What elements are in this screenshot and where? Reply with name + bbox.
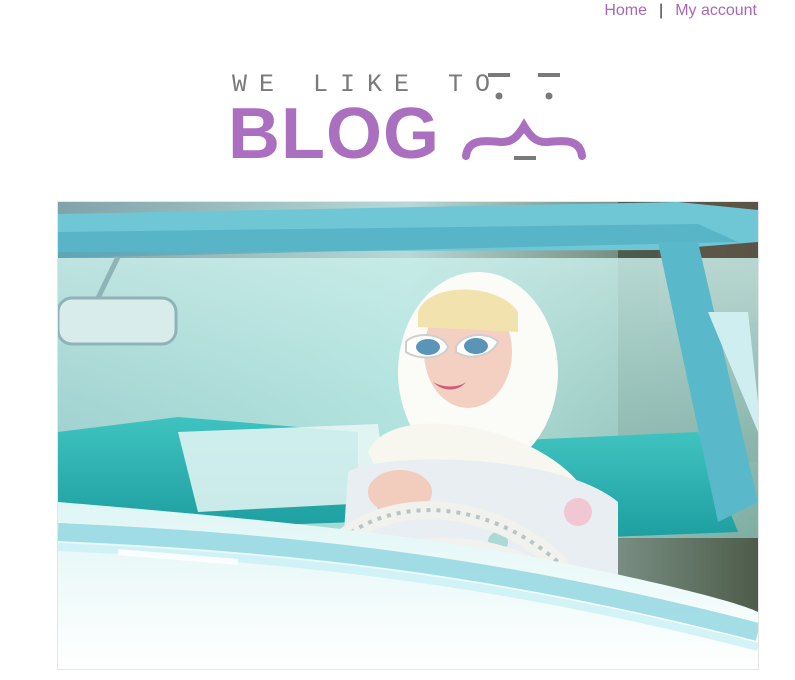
face-icon xyxy=(462,73,586,160)
nav-separator: | xyxy=(659,2,664,19)
logo-brand: BLOG xyxy=(228,94,440,174)
my-account-link[interactable]: My account xyxy=(675,2,757,20)
home-link[interactable]: Home xyxy=(604,2,647,20)
hero-image xyxy=(57,201,759,670)
top-nav: Home | My account xyxy=(604,2,757,20)
site-logo[interactable]: WE LIKE TO BLOG xyxy=(228,70,590,174)
